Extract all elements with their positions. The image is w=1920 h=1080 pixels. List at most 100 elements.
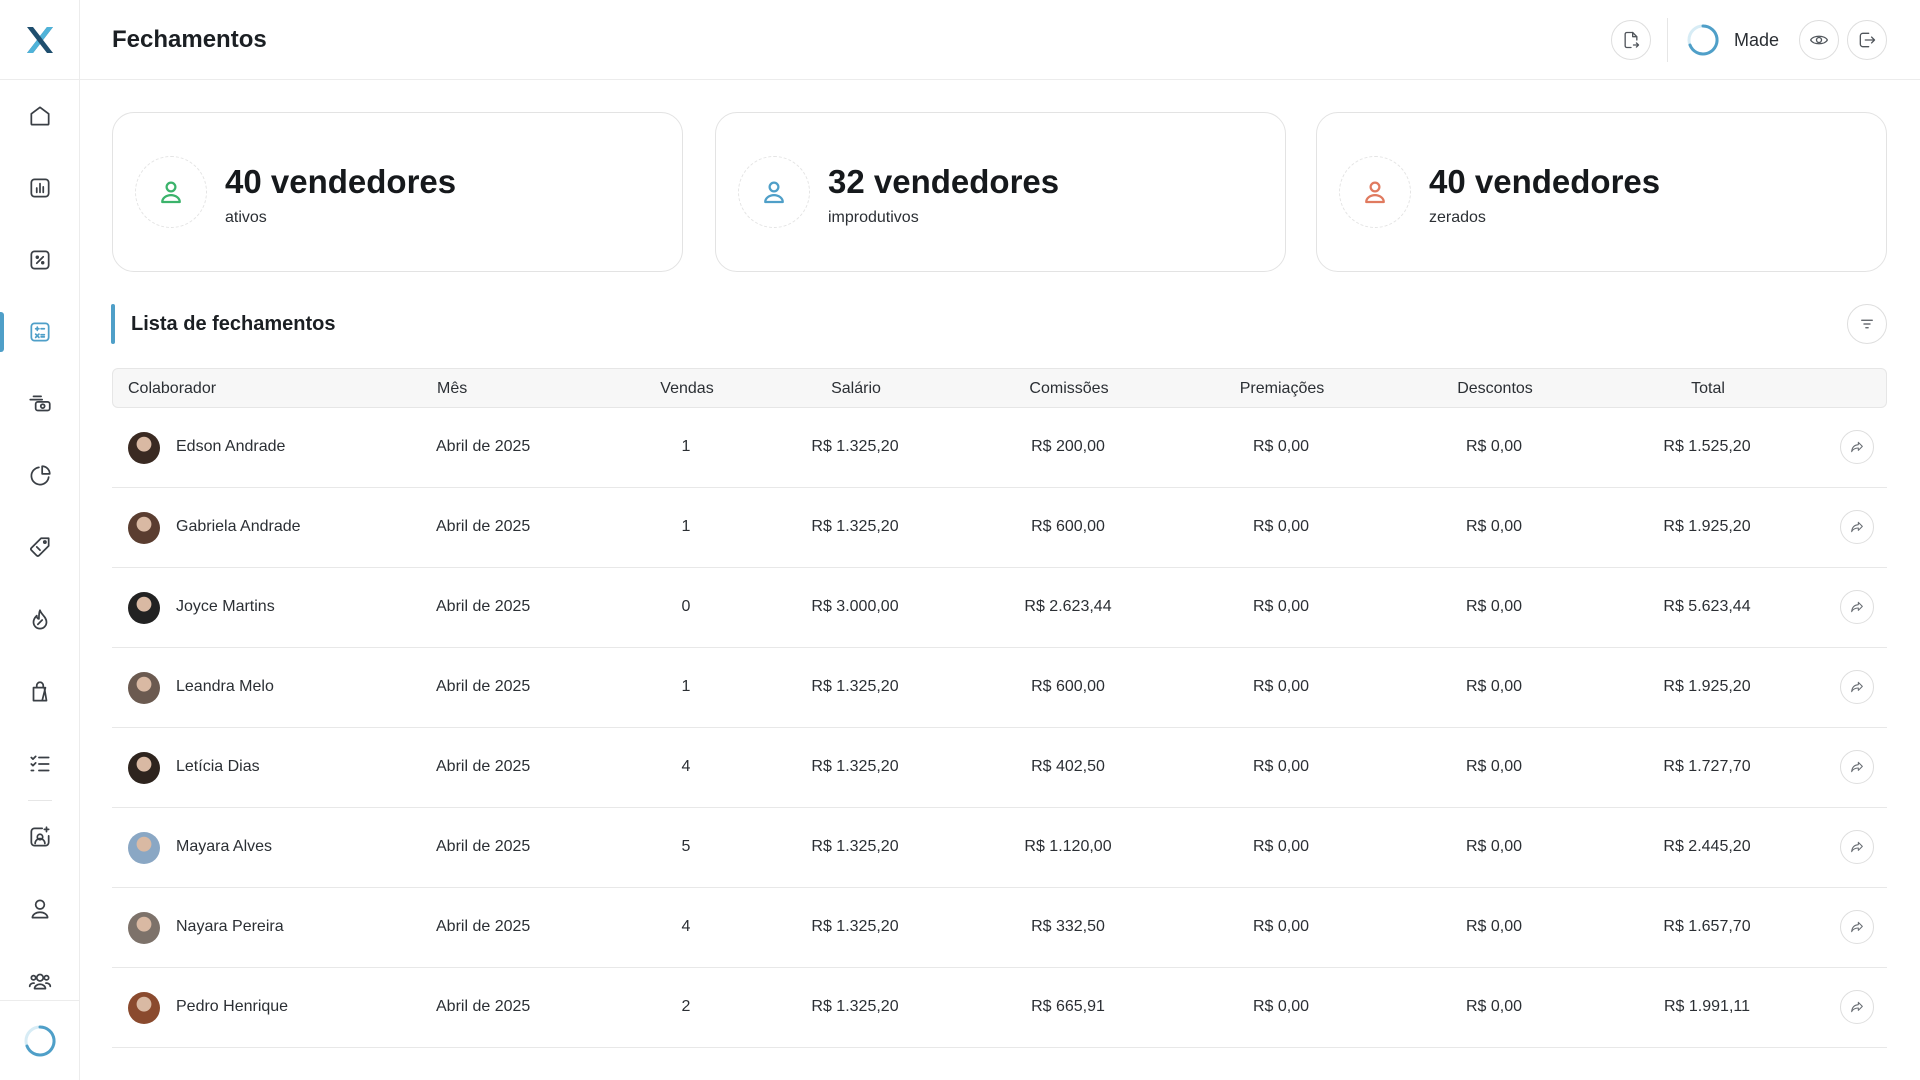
percent-icon xyxy=(30,250,50,270)
page-title: Fechamentos xyxy=(112,26,267,53)
collaborator-name: Edson Andrade xyxy=(176,438,286,455)
discounts-cell: R$ 0,00 xyxy=(1465,438,1523,455)
card-value: 32 vendedores xyxy=(828,163,1060,200)
table-row[interactable]: Letícia Dias Abril de 2025 4 R$ 1.325,20 R$ … xyxy=(112,728,1887,808)
sidebar-item-tasks[interactable] xyxy=(0,728,80,800)
avatar xyxy=(128,752,160,784)
column-header-comissoes[interactable]: Comissões xyxy=(1029,380,1108,398)
logout-icon xyxy=(1859,32,1876,48)
table-row[interactable]: Edson Andrade Abril de 2025 1 R$ 1.325,20 R$… xyxy=(112,408,1887,488)
avatar xyxy=(128,592,160,624)
sales-cell: 1 xyxy=(681,678,691,695)
closings-table: Colaborador Mês Vendas Salário Comissões… xyxy=(112,368,1887,1048)
sales-cell: 4 xyxy=(681,758,691,775)
share-button[interactable] xyxy=(1840,750,1874,784)
sales-cell: 5 xyxy=(681,838,691,855)
total-cell: R$ 1.657,70 xyxy=(1663,918,1751,935)
sidebar-nav xyxy=(0,80,80,1017)
store-loader-icon xyxy=(24,1024,56,1056)
sidebar-store-indicator[interactable] xyxy=(0,1000,80,1080)
salary-cell: R$ 1.325,20 xyxy=(811,438,899,455)
share-forward-icon xyxy=(1851,681,1863,693)
user-icon xyxy=(764,181,784,204)
calculator-icon xyxy=(30,322,50,342)
month-cell: Abril de 2025 xyxy=(436,758,531,775)
app-logo[interactable] xyxy=(0,0,80,80)
discounts-cell: R$ 0,00 xyxy=(1465,598,1523,615)
column-header-premiacoes[interactable]: Premiações xyxy=(1240,380,1324,398)
collaborator-name: Pedro Henrique xyxy=(176,998,289,1015)
store-loader-icon xyxy=(1687,24,1719,56)
month-cell: Abril de 2025 xyxy=(436,438,531,455)
pie-chart-icon xyxy=(30,465,51,486)
share-button[interactable] xyxy=(1840,510,1874,544)
sidebar-item-closings[interactable] xyxy=(0,296,80,368)
share-forward-icon xyxy=(1851,841,1863,853)
total-cell: R$ 1.925,20 xyxy=(1663,678,1751,695)
column-header-salario[interactable]: Salário xyxy=(831,380,881,398)
share-forward-icon xyxy=(1851,521,1863,533)
share-button[interactable] xyxy=(1840,910,1874,944)
commissions-cell: R$ 200,00 xyxy=(1031,438,1105,455)
filter-icon xyxy=(1861,319,1873,329)
salary-cell: R$ 1.325,20 xyxy=(811,758,899,775)
card-icon-wrapper xyxy=(738,156,810,228)
share-forward-icon xyxy=(1851,1001,1863,1013)
commissions-cell: R$ 2.623,44 xyxy=(1024,598,1112,615)
share-button[interactable] xyxy=(1840,990,1874,1024)
avatar xyxy=(128,512,160,544)
table-row[interactable]: Pedro Henrique Abril de 2025 2 R$ 1.325,20 R… xyxy=(112,968,1887,1048)
column-header-total[interactable]: Total xyxy=(1691,380,1725,398)
share-button[interactable] xyxy=(1840,670,1874,704)
sidebar-item-promotions[interactable] xyxy=(0,512,80,584)
table-row[interactable]: Joyce Martins Abril de 2025 0 R$ 3.000,00 R$… xyxy=(112,568,1887,648)
month-cell: Abril de 2025 xyxy=(436,838,531,855)
shopping-bag-icon xyxy=(32,681,48,702)
checklist-icon xyxy=(30,755,50,772)
sidebar-item-products[interactable] xyxy=(0,656,80,728)
discounts-cell: R$ 0,00 xyxy=(1465,758,1523,775)
discounts-cell: R$ 0,00 xyxy=(1465,518,1523,535)
card-unproductive-sellers: 32 vendedores improdutivos xyxy=(715,112,1286,272)
share-button[interactable] xyxy=(1840,430,1874,464)
awards-cell: R$ 0,00 xyxy=(1252,758,1310,775)
column-header-colaborador[interactable]: Colaborador xyxy=(128,380,216,398)
card-label: ativos xyxy=(225,209,267,226)
logout-button[interactable] xyxy=(1847,20,1887,60)
filter-button[interactable] xyxy=(1847,304,1887,344)
sidebar-item-payments[interactable] xyxy=(0,368,80,440)
table-row[interactable]: Nayara Pereira Abril de 2025 4 R$ 1.325,20 R… xyxy=(112,888,1887,968)
sales-cell: 1 xyxy=(681,438,691,455)
sidebar-item-media[interactable] xyxy=(0,801,80,873)
table-body: Edson Andrade Abril de 2025 1 R$ 1.325,20 R$… xyxy=(112,408,1887,1048)
table-row[interactable]: Gabriela Andrade Abril de 2025 1 R$ 1.325,2… xyxy=(112,488,1887,568)
sidebar-item-commissions[interactable] xyxy=(0,224,80,296)
share-button[interactable] xyxy=(1840,830,1874,864)
month-cell: Abril de 2025 xyxy=(436,998,531,1015)
collaborator-name: Joyce Martins xyxy=(176,598,275,615)
share-button[interactable] xyxy=(1840,590,1874,624)
month-cell: Abril de 2025 xyxy=(436,918,531,935)
sidebar-item-reports[interactable] xyxy=(0,152,80,224)
sidebar-item-goals[interactable] xyxy=(0,440,80,512)
export-document-button[interactable] xyxy=(1611,20,1651,60)
collaborator-name: Gabriela Andrade xyxy=(176,518,301,535)
sidebar-item-profile[interactable] xyxy=(0,873,80,945)
users-icon xyxy=(28,973,52,990)
sidebar-item-campaigns[interactable] xyxy=(0,584,80,656)
table-row[interactable]: Mayara Alves Abril de 2025 5 R$ 1.325,20 R$ … xyxy=(112,808,1887,888)
sidebar-item-home[interactable] xyxy=(0,80,80,152)
column-header-mes[interactable]: Mês xyxy=(437,380,467,398)
store-selector[interactable]: Made xyxy=(1686,20,1779,60)
visibility-toggle-button[interactable] xyxy=(1799,20,1839,60)
card-zeroed-sellers: 40 vendedores zerados xyxy=(1316,112,1887,272)
discounts-cell: R$ 0,00 xyxy=(1465,838,1523,855)
table-header: Colaborador Mês Vendas Salário Comissões… xyxy=(112,368,1887,408)
avatar xyxy=(128,672,160,704)
column-header-descontos[interactable]: Descontos xyxy=(1457,380,1533,398)
awards-cell: R$ 0,00 xyxy=(1252,998,1310,1015)
table-row[interactable]: Leandra Melo Abril de 2025 1 R$ 1.325,20 R$ … xyxy=(112,648,1887,728)
card-icon-wrapper xyxy=(135,156,207,228)
column-header-vendas[interactable]: Vendas xyxy=(660,380,713,398)
avatar xyxy=(128,432,160,464)
